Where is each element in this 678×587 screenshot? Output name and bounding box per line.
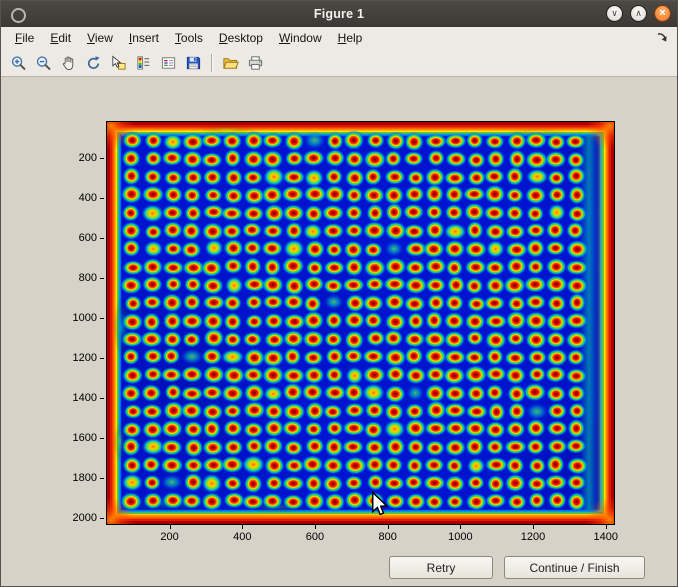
titlebar: Figure 1 ∨ ∧ ×: [1, 1, 677, 27]
x-tick-label: 400: [233, 531, 251, 543]
rotate-icon: [85, 54, 102, 72]
insert-legend-button[interactable]: [157, 51, 180, 74]
menu-file[interactable]: File: [7, 28, 42, 48]
minimize-button[interactable]: ∨: [606, 5, 623, 22]
plate-scan-image[interactable]: [107, 122, 614, 524]
y-tick-label: 200: [79, 152, 97, 164]
window-title: Figure 1: [314, 7, 364, 21]
y-tick-label: 1600: [73, 432, 97, 444]
open-file-button[interactable]: [219, 51, 242, 74]
x-tick-mark: [388, 525, 389, 529]
rotate-3d-button[interactable]: [82, 51, 105, 74]
y-tick-mark: [100, 478, 104, 479]
close-icon: ×: [659, 8, 665, 19]
menu-desktop[interactable]: Desktop: [211, 28, 271, 48]
data-cursor-icon: [110, 54, 127, 72]
menu-desktop-label: Desktop: [219, 31, 263, 45]
y-tick-mark: [100, 398, 104, 399]
insert-colorbar-button[interactable]: [132, 51, 155, 74]
menu-window[interactable]: Window: [271, 28, 330, 48]
dock-figure-icon[interactable]: [655, 31, 669, 45]
y-tick-mark: [100, 238, 104, 239]
window-menu-icon[interactable]: [11, 8, 26, 23]
y-tick-mark: [100, 158, 104, 159]
y-tick-mark: [100, 318, 104, 319]
y-tick-label: 1000: [73, 312, 97, 324]
x-tick-mark: [533, 525, 534, 529]
x-tick-label: 800: [378, 531, 396, 543]
x-tick-label: 1400: [593, 531, 617, 543]
menu-edit-label: Edit: [50, 31, 71, 45]
x-tick-mark: [242, 525, 243, 529]
y-tick-label: 2000: [73, 512, 97, 524]
printer-icon: [247, 54, 264, 72]
y-tick-label: 800: [79, 272, 97, 284]
y-tick-mark: [100, 358, 104, 359]
figure-canvas-area: Retry Continue / Finish 200 400 600 800 1000…: [1, 77, 677, 586]
menu-help[interactable]: Help: [330, 28, 371, 48]
save-figure-button[interactable]: [182, 51, 205, 74]
menu-tools[interactable]: Tools: [167, 28, 211, 48]
hand-pan-icon: [60, 54, 77, 72]
figure-toolbar: [1, 49, 677, 77]
print-figure-button[interactable]: [244, 51, 267, 74]
maximize-button[interactable]: ∧: [630, 5, 647, 22]
menu-file-label: File: [15, 31, 34, 45]
y-tick-mark: [100, 438, 104, 439]
x-tick-mark: [606, 525, 607, 529]
menu-help-label: Help: [338, 31, 363, 45]
menu-tools-label: Tools: [175, 31, 203, 45]
x-tick-label: 1000: [448, 531, 472, 543]
colorbar-icon: [135, 54, 152, 72]
x-tick-label: 600: [306, 531, 324, 543]
data-cursor-button[interactable]: [107, 51, 130, 74]
x-tick-mark: [315, 525, 316, 529]
menu-window-label: Window: [279, 31, 322, 45]
close-button[interactable]: ×: [654, 5, 671, 22]
toolbar-separator: [211, 54, 213, 72]
save-icon: [185, 54, 202, 72]
zoom-in-icon: [10, 54, 27, 72]
menu-edit[interactable]: Edit: [42, 28, 79, 48]
y-tick-mark: [100, 198, 104, 199]
window-controls: ∨ ∧ ×: [606, 5, 671, 22]
x-tick-label: 200: [160, 531, 178, 543]
x-tick-mark: [170, 525, 171, 529]
y-tick-label: 400: [79, 192, 97, 204]
axes-area: [106, 121, 615, 525]
pan-button[interactable]: [57, 51, 80, 74]
legend-icon: [160, 54, 177, 72]
menu-view[interactable]: View: [79, 28, 121, 48]
folder-open-icon: [222, 54, 239, 72]
retry-button[interactable]: Retry: [389, 556, 493, 579]
y-tick-mark: [100, 278, 104, 279]
x-tick-label: 1200: [521, 531, 545, 543]
menu-insert[interactable]: Insert: [121, 28, 167, 48]
y-tick-label: 1800: [73, 472, 97, 484]
figure-window: Figure 1 ∨ ∧ × File Edit View Insert Too…: [0, 0, 678, 587]
chevron-down-icon: ∨: [611, 9, 618, 18]
menu-insert-label: Insert: [129, 31, 159, 45]
y-tick-mark: [100, 518, 104, 519]
zoom-out-button[interactable]: [32, 51, 55, 74]
menubar: File Edit View Insert Tools Desktop Wind…: [1, 27, 677, 49]
y-tick-label: 1400: [73, 392, 97, 404]
continue-finish-button[interactable]: Continue / Finish: [504, 556, 645, 579]
y-tick-label: 1200: [73, 352, 97, 364]
zoom-in-button[interactable]: [7, 51, 30, 74]
y-tick-label: 600: [79, 232, 97, 244]
zoom-out-icon: [35, 54, 52, 72]
chevron-up-icon: ∧: [635, 9, 642, 18]
menu-view-label: View: [87, 31, 113, 45]
x-tick-mark: [460, 525, 461, 529]
